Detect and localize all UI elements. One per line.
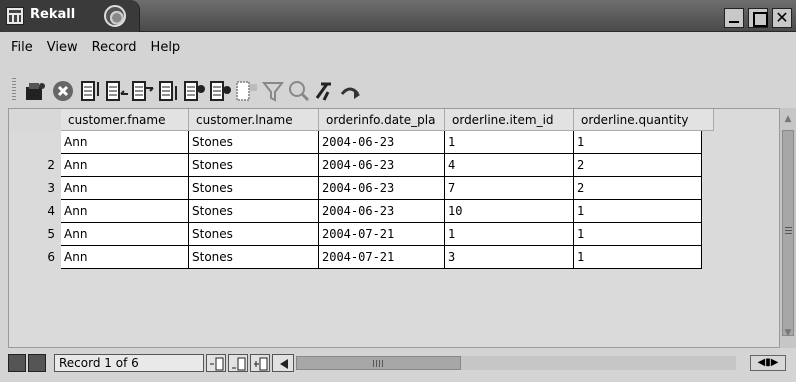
- scroll-down-icon[interactable]: ▼: [783, 328, 793, 338]
- app-icon: [6, 7, 24, 25]
- cell-lname[interactable]: Stones: [189, 223, 319, 246]
- row-number[interactable]: 5: [9, 223, 61, 246]
- cell-fname[interactable]: Ann: [61, 154, 189, 177]
- cell-lname[interactable]: Stones: [189, 154, 319, 177]
- cell-quantity[interactable]: 1: [574, 223, 702, 246]
- cell-quantity[interactable]: 1: [574, 200, 702, 223]
- swirl-icon: [104, 5, 126, 27]
- horizontal-scroll-thumb[interactable]: [296, 356, 461, 370]
- horizontal-scrollbar[interactable]: [296, 356, 736, 370]
- row-number[interactable]: 4: [9, 200, 61, 223]
- menu-file[interactable]: File: [4, 38, 40, 60]
- menu-help[interactable]: Help: [144, 38, 188, 60]
- cell-lname[interactable]: Stones: [189, 131, 319, 154]
- cell-fname[interactable]: Ann: [61, 131, 189, 154]
- clear-query-icon[interactable]: [312, 78, 338, 104]
- column-header-orderline-item-id[interactable]: orderline.item_id: [445, 109, 574, 131]
- column-header-customer-lname[interactable]: customer.lname: [189, 109, 319, 131]
- open-icon[interactable]: [22, 78, 48, 104]
- cell-fname[interactable]: Ann: [61, 177, 189, 200]
- next-record-icon[interactable]: [130, 78, 156, 104]
- cell-date[interactable]: 2004-07-21: [319, 246, 445, 269]
- cell-item-id[interactable]: 3: [445, 246, 574, 269]
- grid-corner: [9, 109, 61, 131]
- cell-quantity[interactable]: 2: [574, 154, 702, 177]
- first-page-icon[interactable]: [206, 354, 226, 372]
- row-number[interactable]: 6: [9, 246, 61, 269]
- cell-fname[interactable]: Ann: [61, 200, 189, 223]
- save-record-icon[interactable]: [234, 78, 260, 104]
- column-header-customer-fname[interactable]: customer.fname: [61, 109, 189, 131]
- menu-view[interactable]: View: [40, 38, 85, 60]
- close-button[interactable]: ✕: [772, 8, 792, 28]
- cell-quantity[interactable]: 1: [574, 246, 702, 269]
- window-title: Rekall: [30, 7, 76, 22]
- cell-fname[interactable]: Ann: [61, 223, 189, 246]
- stop-icon[interactable]: [50, 78, 76, 104]
- toolbar-grip-icon[interactable]: [12, 78, 16, 102]
- cell-item-id[interactable]: 7: [445, 177, 574, 200]
- cell-item-id[interactable]: 10: [445, 200, 574, 223]
- cell-lname[interactable]: Stones: [189, 200, 319, 223]
- scroll-left-icon[interactable]: [272, 354, 294, 372]
- cell-item-id[interactable]: 1: [445, 223, 574, 246]
- cell-item-id[interactable]: 1: [445, 131, 574, 154]
- cell-date[interactable]: 2004-06-23: [319, 200, 445, 223]
- minimize-button[interactable]: [724, 8, 744, 28]
- delete-record-icon[interactable]: [208, 78, 234, 104]
- cell-lname[interactable]: Stones: [189, 177, 319, 200]
- title-bar: Rekall ✕: [0, 0, 796, 32]
- query-icon[interactable]: [286, 78, 312, 104]
- record-counter: Record 1 of 6: [54, 354, 204, 372]
- cell-fname[interactable]: Ann: [61, 246, 189, 269]
- cell-date[interactable]: 2004-06-23: [319, 131, 445, 154]
- filter-icon[interactable]: [260, 78, 286, 104]
- cell-date[interactable]: 2004-07-21: [319, 223, 445, 246]
- cell-item-id[interactable]: 4: [445, 154, 574, 177]
- cell-quantity[interactable]: 1: [574, 131, 702, 154]
- row-number[interactable]: 3: [9, 177, 61, 200]
- cell-date[interactable]: 2004-06-23: [319, 154, 445, 177]
- vertical-scrollbar[interactable]: ▲ ▼: [780, 108, 796, 348]
- scroll-up-icon[interactable]: ▲: [783, 114, 793, 124]
- maximize-button[interactable]: [748, 8, 768, 28]
- cell-quantity[interactable]: 2: [574, 177, 702, 200]
- first-record-icon[interactable]: [78, 78, 104, 104]
- horizontal-scroll-arrows-icon[interactable]: ◀▮▶: [750, 355, 786, 371]
- last-record-icon[interactable]: [156, 78, 182, 104]
- row-number[interactable]: 2: [9, 154, 61, 177]
- data-grid: customer.fname customer.lname orderinfo.…: [8, 108, 780, 348]
- add-page-icon[interactable]: [250, 354, 270, 372]
- vertical-scroll-thumb[interactable]: [782, 130, 794, 336]
- redo-icon[interactable]: [338, 78, 364, 104]
- row-number[interactable]: [9, 131, 61, 154]
- last-page-icon[interactable]: [228, 354, 248, 372]
- column-header-orderline-quantity[interactable]: orderline.quantity: [574, 109, 714, 131]
- toolbar: [0, 72, 796, 108]
- status-indicator-icon: [8, 354, 26, 372]
- menu-record[interactable]: Record: [85, 38, 144, 60]
- cell-lname[interactable]: Stones: [189, 246, 319, 269]
- column-header-orderinfo-date[interactable]: orderinfo.date_pla: [319, 109, 445, 131]
- menu-bar: File View Record Help: [0, 38, 187, 60]
- status-bar: Record 1 of 6 ◀▮▶: [8, 352, 796, 374]
- insert-record-icon[interactable]: [182, 78, 208, 104]
- status-indicator-icon: [28, 354, 46, 372]
- cell-date[interactable]: 2004-06-23: [319, 177, 445, 200]
- previous-record-icon[interactable]: [104, 78, 130, 104]
